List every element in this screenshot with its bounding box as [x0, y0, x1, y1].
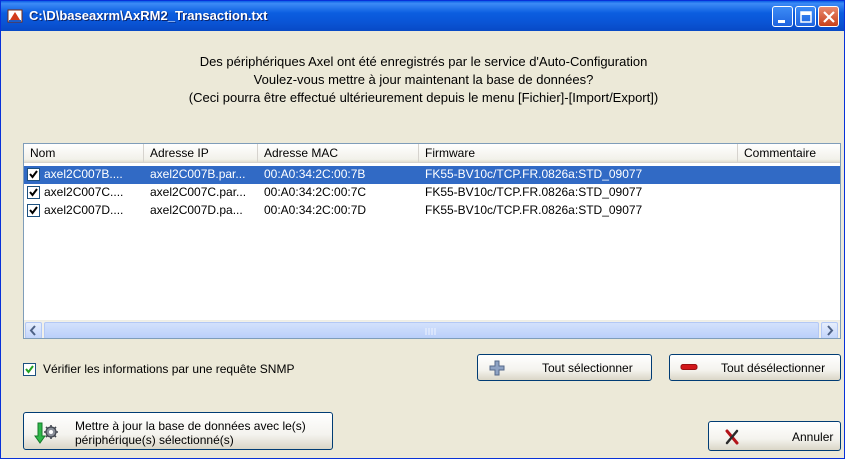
- cell-mac: 00:A0:34:2C:00:7D: [264, 203, 367, 217]
- scroll-left-button[interactable]: [25, 322, 42, 338]
- close-button[interactable]: [818, 6, 839, 27]
- window-title: C:\D\baseaxrm\AxRM2_Transaction.txt: [29, 8, 268, 23]
- close-icon: [823, 11, 835, 23]
- cell-mac: 00:A0:34:2C:00:7C: [264, 185, 367, 199]
- scrollbar-thumb[interactable]: [44, 322, 819, 338]
- chevron-left-icon: [29, 325, 36, 336]
- column-header-nom[interactable]: Nom: [24, 144, 144, 162]
- column-header-mac[interactable]: Adresse MAC: [258, 144, 419, 162]
- update-label-line-2: périphérique(s) sélectionné(s): [75, 433, 234, 447]
- update-label: Mettre à jour la base de données avec le…: [75, 419, 306, 447]
- cell-mac: 00:A0:34:2C:00:7B: [264, 167, 366, 181]
- checkmark-icon: [25, 365, 34, 374]
- update-label-line-1: Mettre à jour la base de données avec le…: [75, 419, 306, 433]
- info-message: Des périphériques Axel ont été enregistr…: [1, 53, 845, 107]
- table-row[interactable]: axel2C007D.... axel2C007D.pa... 00:A0:34…: [24, 202, 840, 220]
- maximize-icon: [800, 11, 812, 23]
- row-checkbox[interactable]: [27, 186, 40, 199]
- database-update-icon: [34, 422, 58, 444]
- plus-icon: [489, 360, 505, 376]
- devices-list[interactable]: Nom Adresse IP Adresse MAC Firmware Comm…: [23, 143, 841, 339]
- cell-nom: axel2C007D....: [44, 203, 124, 217]
- cell-firmware: FK55-BV10c/TCP.FR.0826a:STD_09077: [425, 167, 643, 181]
- minimize-button[interactable]: [772, 6, 793, 27]
- message-line-3: (Ceci pourra être effectué ultérieuremen…: [188, 90, 659, 105]
- chevron-right-icon: [827, 325, 834, 336]
- table-row[interactable]: axel2C007B.... axel2C007B.par... 00:A0:3…: [24, 166, 840, 184]
- deselect-all-button[interactable]: Tout désélectionner: [669, 354, 841, 381]
- row-checkbox[interactable]: [27, 204, 40, 217]
- deselect-all-label: Tout désélectionner: [721, 361, 826, 375]
- cancel-label: Annuler: [792, 430, 834, 444]
- checkmark-icon: [29, 170, 38, 179]
- cell-nom: axel2C007C....: [44, 185, 124, 199]
- column-header-firmware[interactable]: Firmware: [419, 144, 738, 162]
- select-all-button[interactable]: Tout sélectionner: [477, 354, 652, 381]
- message-line-1: Des périphériques Axel ont été enregistr…: [199, 54, 648, 69]
- cell-firmware: FK55-BV10c/TCP.FR.0826a:STD_09077: [425, 203, 643, 217]
- app-window-icon: [7, 9, 23, 23]
- select-all-label: Tout sélectionner: [542, 361, 633, 375]
- cancel-x-icon: [725, 429, 739, 445]
- checkmark-icon: [29, 206, 38, 215]
- minus-icon: [680, 364, 698, 370]
- column-header-ip[interactable]: Adresse IP: [144, 144, 258, 162]
- message-line-2: Voulez-vous mettre à jour maintenant la …: [253, 72, 594, 87]
- cell-ip: axel2C007C.par...: [150, 185, 247, 199]
- dialog-window: C:\D\baseaxrm\AxRM2_Transaction.txt Des …: [0, 0, 845, 459]
- table-row[interactable]: axel2C007C.... axel2C007C.par... 00:A0:3…: [24, 184, 840, 202]
- cancel-button[interactable]: Annuler: [708, 421, 841, 451]
- cell-ip: axel2C007B.par...: [150, 167, 246, 181]
- grip-icon: [425, 328, 436, 335]
- cell-ip: axel2C007D.pa...: [150, 203, 243, 217]
- title-bar[interactable]: C:\D\baseaxrm\AxRM2_Transaction.txt: [1, 1, 844, 31]
- cell-nom: axel2C007B....: [44, 167, 123, 181]
- maximize-button[interactable]: [795, 6, 816, 27]
- minimize-icon: [778, 20, 785, 23]
- snmp-checkbox[interactable]: [23, 363, 36, 376]
- row-checkbox[interactable]: [27, 168, 40, 181]
- scroll-right-button[interactable]: [821, 322, 838, 338]
- horizontal-scrollbar[interactable]: [24, 320, 840, 338]
- checkmark-icon: [29, 188, 38, 197]
- list-header: Nom Adresse IP Adresse MAC Firmware Comm…: [24, 144, 840, 163]
- snmp-label: Vérifier les informations par une requêt…: [43, 362, 295, 376]
- update-database-button[interactable]: Mettre à jour la base de données avec le…: [23, 412, 333, 450]
- column-header-commentaire[interactable]: Commentaire: [738, 144, 840, 162]
- cell-firmware: FK55-BV10c/TCP.FR.0826a:STD_09077: [425, 185, 643, 199]
